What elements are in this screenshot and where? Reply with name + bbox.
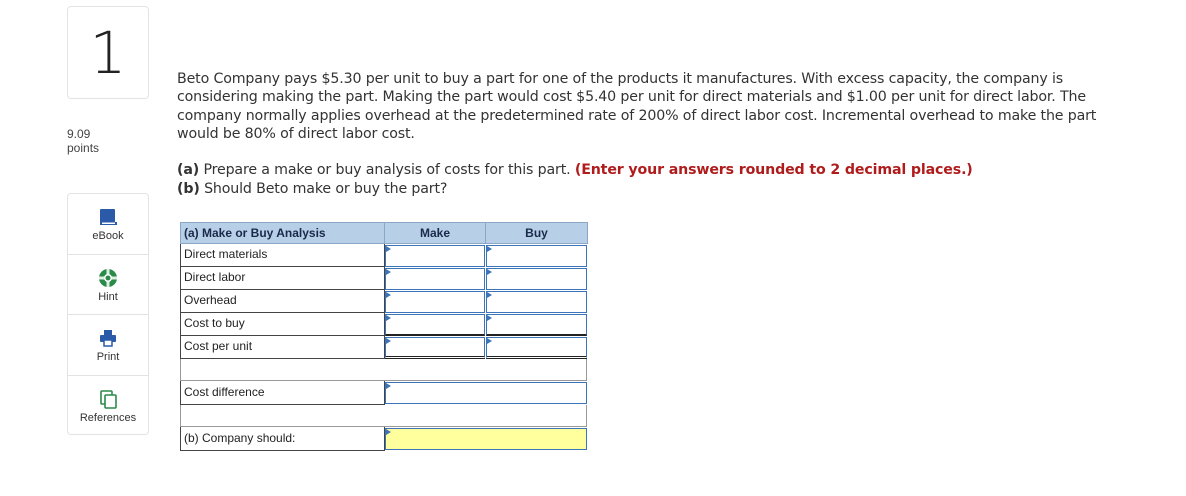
col-buy-header: Buy — [485, 222, 588, 244]
row-label-cost-per-unit: Cost per unit — [180, 336, 385, 359]
row-label-direct-materials: Direct materials — [180, 244, 385, 267]
references-icon — [100, 389, 117, 409]
overhead-make-input[interactable] — [385, 291, 485, 313]
part-a: (a) Prepare a make or buy analysis of co… — [177, 161, 1107, 180]
part-b: (b) Should Beto make or buy the part? — [177, 180, 1107, 199]
table-title: (a) Make or Buy Analysis — [180, 222, 385, 244]
references-button[interactable]: References — [68, 376, 148, 437]
part-a-text: Prepare a make or buy analysis of costs … — [203, 162, 571, 178]
row-label-cost-difference: Cost difference — [180, 381, 385, 405]
points-label: points — [67, 141, 100, 155]
question-parts: (a) Prepare a make or buy analysis of co… — [177, 161, 1107, 198]
direct-labor-make-input[interactable] — [385, 268, 485, 290]
blank-row — [180, 405, 587, 427]
ebook-label: eBook — [92, 230, 124, 242]
hint-icon — [99, 268, 117, 287]
overhead-buy-input[interactable] — [486, 291, 587, 313]
blank-row — [180, 359, 587, 381]
row-label-direct-labor: Direct labor — [180, 267, 385, 290]
company-should-select[interactable] — [385, 428, 587, 450]
cost-per-unit-buy-input[interactable] — [486, 337, 587, 359]
print-button[interactable]: Print — [68, 315, 148, 376]
tool-panel: eBook Hint Print References — [67, 193, 149, 435]
points-display: 9.09 points — [67, 127, 99, 155]
hint-button[interactable]: Hint — [68, 255, 148, 315]
cost-to-buy-make-input[interactable] — [385, 314, 485, 336]
print-label: Print — [96, 351, 120, 363]
references-label: References — [79, 411, 137, 424]
print-icon — [100, 330, 116, 347]
ebook-icon — [100, 209, 117, 225]
question-number: 1 — [67, 6, 149, 99]
question-body: Beto Company pays $5.30 per unit to buy … — [177, 71, 1097, 142]
hint-label: Hint — [98, 290, 118, 303]
col-make-header: Make — [384, 222, 486, 244]
direct-labor-buy-input[interactable] — [486, 268, 587, 290]
cost-difference-input[interactable] — [385, 382, 587, 404]
row-label-company-should: (b) Company should: — [180, 427, 385, 451]
direct-materials-make-input[interactable] — [385, 245, 485, 267]
row-label-cost-to-buy: Cost to buy — [180, 313, 385, 336]
direct-materials-buy-input[interactable] — [486, 245, 587, 267]
ebook-button[interactable]: eBook — [68, 194, 148, 255]
row-label-overhead: Overhead — [180, 290, 385, 313]
part-a-instruction: (Enter your answers rounded to 2 decimal… — [574, 162, 973, 178]
cost-per-unit-make-input[interactable] — [385, 337, 485, 359]
part-b-text: Should Beto make or buy the part? — [204, 180, 448, 197]
part-b-prefix: (b) — [177, 180, 200, 197]
part-a-prefix: (a) — [177, 162, 200, 178]
cost-to-buy-buy-input[interactable] — [486, 314, 587, 336]
points-value: 9.09 — [67, 127, 91, 141]
